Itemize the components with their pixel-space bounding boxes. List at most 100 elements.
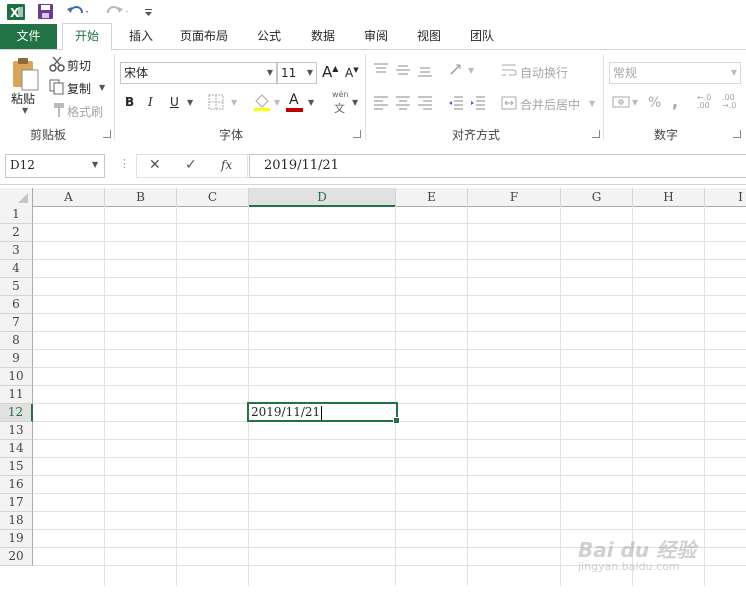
align-top-icon[interactable] [373,62,389,78]
phonetic-dropdown-icon[interactable]: ▼ [352,98,358,107]
row-header-10[interactable]: 10 [0,368,33,386]
formula-input[interactable]: 2019/11/21 [249,154,746,178]
percent-style-button[interactable]: % [648,95,661,111]
redo-icon[interactable] [106,3,130,21]
tab-formulas[interactable]: 公式 [246,24,292,49]
row-header-4[interactable]: 4 [0,260,33,278]
row-header-16[interactable]: 16 [0,476,33,494]
accounting-format-icon[interactable] [612,94,630,110]
worksheet-grid[interactable]: A B C D E F G H I 1 2 3 4 5 6 7 8 9 10 1… [0,188,746,603]
tab-page-layout[interactable]: 页面布局 [172,24,236,49]
align-center-icon[interactable] [395,95,411,111]
row-header-11[interactable]: 11 [0,386,33,404]
underline-dropdown-icon[interactable]: ▼ [187,98,193,107]
merge-dropdown-icon[interactable]: ▼ [589,99,595,108]
insert-function-button[interactable]: fx [221,158,232,172]
select-all-button[interactable] [0,188,33,207]
orientation-icon[interactable] [448,60,466,78]
paste-dropdown-arrow-icon[interactable]: ▼ [22,106,28,115]
decrease-decimal-button[interactable]: .00 →.0 [722,94,740,110]
row-header-12[interactable]: 12 [0,404,33,422]
paste-button[interactable]: 粘贴 [11,90,35,107]
undo-icon[interactable] [66,3,90,21]
increase-indent-icon[interactable] [470,95,486,111]
borders-dropdown-icon[interactable]: ▼ [231,98,237,107]
accounting-dropdown-icon[interactable]: ▼ [632,98,638,107]
name-box[interactable]: D12 ▼ [5,154,105,178]
tab-home[interactable]: 开始 [62,23,112,51]
enter-button[interactable]: ✓ [185,157,197,173]
row-header-14[interactable]: 14 [0,440,33,458]
fill-handle[interactable] [393,417,400,424]
font-size-combobox[interactable]: 11 ▼ [277,62,317,84]
font-name-combobox[interactable]: 宋体 ▼ [120,62,277,84]
alignment-dialog-launcher-icon[interactable] [592,130,600,138]
format-painter-button[interactable]: 格式刷 [67,103,103,120]
font-dialog-launcher-icon[interactable] [353,130,361,138]
underline-button[interactable]: U [170,95,179,109]
format-painter-icon[interactable] [49,102,65,118]
row-header-18[interactable]: 18 [0,512,33,530]
align-middle-icon[interactable] [395,62,411,78]
row-header-9[interactable]: 9 [0,350,33,368]
column-header-g[interactable]: G [561,188,633,207]
orientation-dropdown-icon[interactable]: ▼ [468,66,474,75]
font-color-dropdown-icon[interactable]: ▼ [308,98,314,107]
fill-color-icon[interactable] [252,92,272,112]
row-header-19[interactable]: 19 [0,530,33,548]
cut-icon[interactable] [49,56,65,72]
wrap-text-icon[interactable] [501,62,517,78]
comma-style-button[interactable]: , [672,92,678,111]
row-header-7[interactable]: 7 [0,314,33,332]
row-header-3[interactable]: 3 [0,242,33,260]
row-header-1[interactable]: 1 [0,206,33,224]
align-right-icon[interactable] [417,95,433,111]
copy-icon[interactable] [49,79,65,95]
copy-button[interactable]: 复制 [67,80,91,97]
tab-team[interactable]: 团队 [459,24,505,49]
number-format-combobox[interactable]: 常规 ▼ [609,62,741,84]
cut-button[interactable]: 剪切 [67,57,91,74]
column-header-a[interactable]: A [33,188,105,207]
save-icon[interactable] [37,3,54,21]
active-cell-d12[interactable]: 2019/11/21 [247,402,400,424]
italic-button[interactable]: I [148,95,153,109]
number-dialog-launcher-icon[interactable] [733,130,741,138]
row-header-20[interactable]: 20 [0,548,33,566]
merge-center-icon[interactable] [501,95,517,111]
tab-view[interactable]: 视图 [406,24,452,49]
font-color-button[interactable]: A [286,90,304,112]
row-header-8[interactable]: 8 [0,332,33,350]
clipboard-dialog-launcher-icon[interactable] [103,130,111,138]
row-header-6[interactable]: 6 [0,296,33,314]
row-header-15[interactable]: 15 [0,458,33,476]
tab-insert[interactable]: 插入 [118,24,164,49]
increase-decimal-button[interactable]: ←.0 .00 [697,94,715,110]
merge-center-button[interactable]: 合并后居中 [520,96,580,113]
tab-review[interactable]: 审阅 [353,24,399,49]
align-bottom-icon[interactable] [417,62,433,78]
shrink-font-button[interactable]: A▼ [345,66,359,80]
row-header-5[interactable]: 5 [0,278,33,296]
decrease-indent-icon[interactable] [448,95,464,111]
fill-color-dropdown-icon[interactable]: ▼ [274,98,280,107]
cancel-entry-button[interactable]: ✕ [149,157,161,173]
column-header-d[interactable]: D [249,188,396,207]
column-header-i[interactable]: I [705,188,746,207]
customize-qat-icon[interactable] [144,3,154,21]
align-left-icon[interactable] [373,95,389,111]
copy-dropdown-arrow-icon[interactable]: ▼ [99,83,105,92]
column-header-h[interactable]: H [633,188,705,207]
grow-font-button[interactable]: A▲ [322,63,338,81]
column-header-b[interactable]: B [105,188,177,207]
row-header-17[interactable]: 17 [0,494,33,512]
row-header-2[interactable]: 2 [0,224,33,242]
row-header-13[interactable]: 13 [0,422,33,440]
column-header-f[interactable]: F [468,188,561,207]
borders-icon[interactable] [208,94,224,110]
paste-icon[interactable] [10,58,40,92]
column-header-c[interactable]: C [177,188,249,207]
tab-file[interactable]: 文件 [0,24,57,49]
wrap-text-button[interactable]: 自动换行 [520,64,568,81]
phonetic-guide-button[interactable]: wén 文 [330,90,350,115]
